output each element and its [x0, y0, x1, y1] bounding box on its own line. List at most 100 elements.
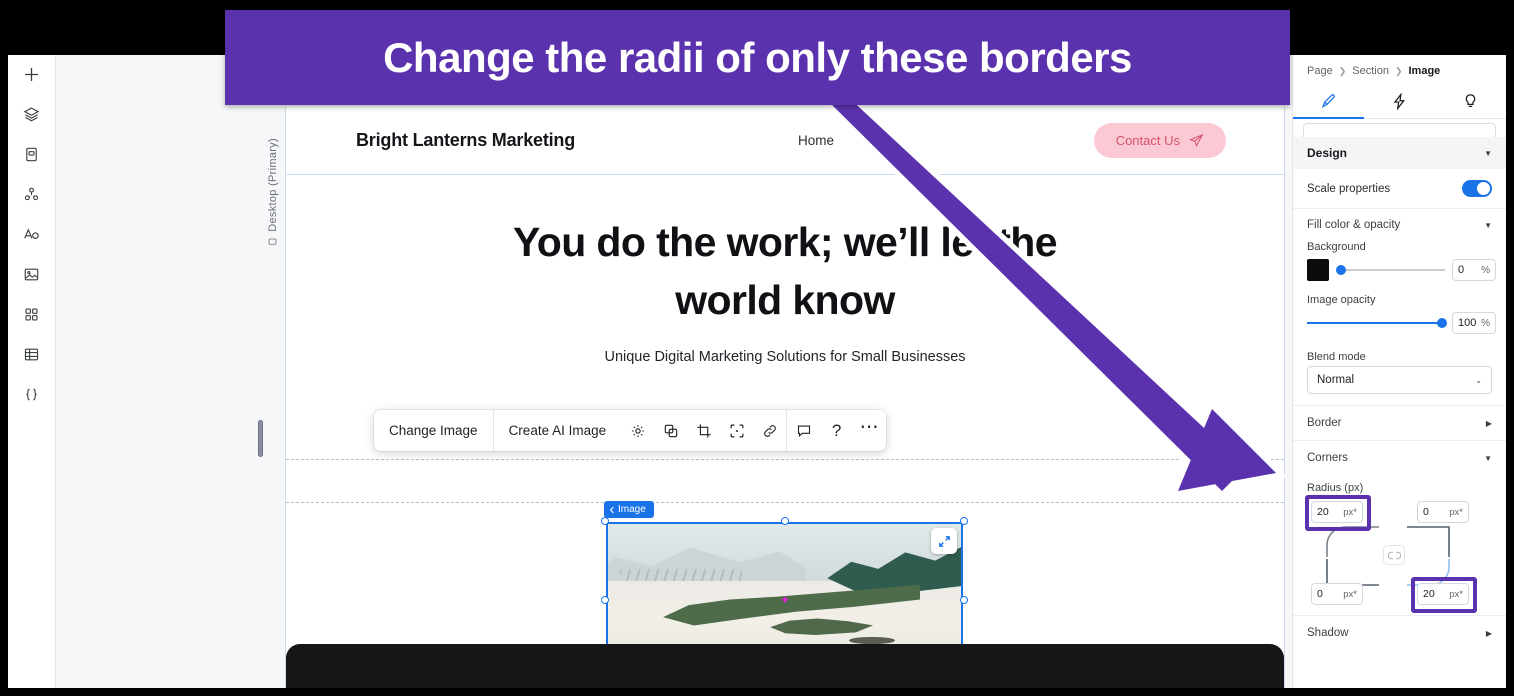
tab-design[interactable] — [1293, 85, 1364, 119]
contact-us-button[interactable]: Contact Us — [1093, 123, 1226, 158]
chevron-right-icon-shadow: ▶ — [1485, 628, 1492, 638]
scrolled-field-partial[interactable] — [1303, 123, 1496, 137]
resize-handle-top-center[interactable] — [780, 517, 789, 525]
breadcrumb-section[interactable]: Section — [1352, 65, 1389, 77]
resize-handle-top-left[interactable] — [601, 517, 609, 525]
gear-icon[interactable] — [621, 410, 654, 451]
breadcrumb-page[interactable]: Page — [1307, 65, 1333, 77]
canvas-area[interactable]: Desktop (Primary) Bright Lanterns Market… — [56, 55, 1292, 688]
hero-subtitle[interactable]: Unique Digital Marketing Solutions for S… — [286, 349, 1284, 365]
components-icon[interactable] — [17, 181, 47, 207]
site-footer — [286, 644, 1284, 688]
comment-icon[interactable] — [787, 410, 820, 451]
fill-section-header[interactable]: Fill color & opacity ▼ — [1293, 209, 1506, 237]
chevron-left-icon — [609, 506, 614, 513]
image-opacity-row: 100 % — [1293, 309, 1506, 343]
radius-bottom-right-input[interactable]: 20 px* — [1417, 583, 1469, 605]
image-context-toolbar: Change Image Create AI Image ? ⋯ — [374, 410, 887, 451]
section-guide-top — [286, 459, 1284, 460]
layers-icon[interactable] — [17, 101, 47, 127]
fill-section-label: Fill color & opacity — [1307, 219, 1401, 231]
shadow-section-header[interactable]: Shadow ▶ — [1293, 616, 1506, 650]
chevron-right-icon: ❯ — [1338, 65, 1347, 76]
change-image-button[interactable]: Change Image — [374, 410, 493, 451]
chevron-right-icon-border: ▶ — [1485, 418, 1492, 428]
tab-interactions[interactable] — [1364, 85, 1435, 118]
page-preview[interactable]: Bright Lanterns Marketing Home Contact U… — [285, 107, 1285, 688]
expand-image-button[interactable] — [931, 528, 957, 554]
contact-us-label: Contact Us — [1115, 133, 1180, 148]
radius-controls: Radius (px) 20 px* 0 px* 0 px* 20 px* — [1293, 475, 1506, 615]
left-toolbar — [8, 55, 56, 688]
nav-home-link[interactable]: Home — [798, 133, 834, 148]
blend-mode-select[interactable]: Normal ⌄ — [1307, 366, 1492, 394]
breadcrumb: Page ❯ Section ❯ Image — [1293, 55, 1506, 85]
resize-handle-middle-right[interactable] — [960, 595, 968, 604]
crop-icon[interactable] — [687, 410, 720, 451]
background-opacity-slider[interactable] — [1336, 265, 1445, 275]
help-icon[interactable]: ? — [820, 410, 853, 451]
blend-mode-value: Normal — [1317, 374, 1355, 386]
panel-resize-handle[interactable] — [258, 420, 263, 457]
lightning-icon — [1393, 93, 1406, 110]
apps-icon[interactable] — [17, 301, 47, 327]
background-color-swatch[interactable] — [1307, 259, 1329, 281]
radius-top-left-unit: px* — [1343, 506, 1357, 518]
scale-properties-row: Scale properties — [1293, 169, 1506, 209]
text-icon[interactable] — [17, 221, 47, 247]
image-opacity-label: Image opacity — [1307, 294, 1376, 306]
scale-properties-toggle[interactable] — [1462, 180, 1492, 197]
more-icon[interactable]: ⋯ — [853, 410, 886, 451]
radius-top-left-input[interactable]: 20 px* — [1311, 501, 1363, 523]
resize-handle-middle-left[interactable] — [601, 595, 609, 604]
create-ai-image-button[interactable]: Create AI Image — [494, 410, 622, 451]
tab-insights[interactable] — [1435, 85, 1506, 118]
corners-section-header[interactable]: Corners ▼ — [1293, 441, 1506, 475]
desktop-icon — [269, 238, 277, 245]
background-opacity-input[interactable]: 0 % — [1452, 259, 1496, 281]
panel-tabs — [1293, 85, 1506, 119]
radius-top-right-unit: px* — [1449, 506, 1463, 518]
breadcrumb-current: Image — [1408, 65, 1441, 77]
shadow-section-label: Shadow — [1307, 627, 1349, 639]
image-opacity-unit: % — [1481, 317, 1490, 329]
annotation-banner-text: Change the radii of only these borders — [383, 33, 1132, 81]
radius-bottom-left-input[interactable]: 0 px* — [1311, 583, 1363, 605]
corners-section-label: Corners — [1307, 452, 1348, 464]
radius-bottom-left-unit: px* — [1343, 588, 1357, 600]
image-opacity-slider[interactable] — [1307, 318, 1447, 328]
unlink-corners-icon[interactable] — [1383, 545, 1405, 565]
chevron-down-icon: ▼ — [1484, 148, 1492, 158]
page-icon[interactable] — [17, 141, 47, 167]
image-opacity-input[interactable]: 100 % — [1452, 312, 1496, 334]
background-label: Background — [1307, 241, 1366, 253]
selection-tag[interactable]: Image — [604, 501, 654, 518]
lightbulb-icon — [1465, 94, 1476, 108]
resize-handle-top-right[interactable] — [960, 517, 968, 525]
duplicate-icon[interactable] — [654, 410, 687, 451]
site-brand[interactable]: Bright Lanterns Marketing — [356, 130, 575, 151]
image-icon[interactable] — [17, 261, 47, 287]
table-icon[interactable] — [17, 341, 47, 367]
properties-panel: Page ❯ Section ❯ Image Design ▼ Scale pr… — [1292, 55, 1506, 688]
device-label-text: Desktop (Primary) — [267, 138, 279, 232]
radius-top-right-input[interactable]: 0 px* — [1417, 501, 1469, 523]
design-section-header[interactable]: Design ▼ — [1293, 137, 1506, 169]
background-row: 0 % — [1293, 256, 1506, 290]
add-icon[interactable] — [17, 61, 47, 87]
expand-icon — [938, 535, 950, 547]
site-header: Bright Lanterns Marketing Home Contact U… — [286, 107, 1284, 175]
link-icon[interactable] — [753, 410, 786, 451]
image-opacity-knob[interactable] — [1437, 318, 1447, 328]
border-section-header[interactable]: Border ▶ — [1293, 406, 1506, 440]
chevron-down-icon-fill: ▼ — [1484, 220, 1492, 230]
hero-title[interactable]: You do the work; we’ll let the world kno… — [485, 213, 1085, 329]
background-opacity-knob[interactable] — [1336, 265, 1346, 275]
chevron-down-icon-corners: ▼ — [1484, 453, 1492, 463]
section-guide-mid — [286, 502, 1284, 503]
code-icon[interactable] — [17, 381, 47, 407]
scale-properties-label: Scale properties — [1307, 182, 1391, 195]
chevron-down-icon-blend: ⌄ — [1475, 375, 1482, 385]
border-section-label: Border — [1307, 417, 1342, 429]
fit-icon[interactable] — [720, 410, 753, 451]
